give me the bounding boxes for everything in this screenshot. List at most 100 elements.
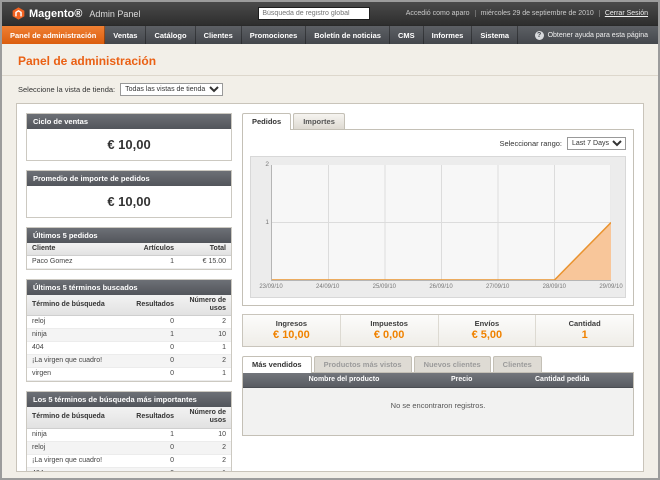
table-row: reloj02 [27, 441, 231, 454]
stat-value: € 10,00 [245, 329, 338, 341]
table-cell: ¡La virgen que cuadro! [27, 355, 131, 368]
dashboard-left-column: Ciclo de ventas € 10,00 Promedio de impo… [26, 113, 232, 462]
nav-item-cms[interactable]: CMS [390, 26, 424, 44]
nav-item-boletin-de-noticias[interactable]: Boletín de noticias [306, 26, 390, 44]
brand-name: Magento® [29, 8, 82, 20]
magento-logo-icon [12, 7, 25, 20]
column-header: Número de usos [179, 407, 231, 428]
table-cell: 2 [179, 355, 231, 368]
box-title: Promedio de importe de pedidos [27, 171, 231, 186]
stat-label: Impuestos [343, 319, 436, 328]
sales-cycle-box: Ciclo de ventas € 10,00 [26, 113, 232, 161]
table-cell: 1 [131, 329, 179, 342]
table-cell: ¡La virgen que cuadro! [27, 454, 131, 467]
tab-nuevos-clientes[interactable]: Nuevos clientes [414, 356, 491, 372]
column-header: Resultados [131, 295, 179, 316]
nav-item-sistema[interactable]: Sistema [472, 26, 518, 44]
x-axis-label: 28/09/10 [543, 284, 566, 290]
column-header: Término de búsqueda [27, 407, 131, 428]
main-nav: Panel de administraciónVentasCatálogoCli… [2, 25, 658, 44]
table-cell: 2 [179, 441, 231, 454]
column-header: Precio [445, 373, 529, 388]
table-cell: 0 [131, 467, 179, 472]
range-row: Seleccionar rango: Last 7 Days [250, 137, 626, 150]
products-table: Nombre del productoPrecioCantidad pedida… [243, 373, 633, 435]
nav-item-panel-de-administracion[interactable]: Panel de administración [2, 26, 105, 44]
store-view-label: Seleccione la vista de tienda: [18, 85, 115, 94]
table-row: ninja110 [27, 329, 231, 342]
last-orders-box: Últimos 5 pedidos ClienteArtículosTotal … [26, 227, 232, 270]
box-title: Últimos 5 pedidos [27, 228, 231, 243]
header-user-area: Accedió como aparo miércoles 29 de septi… [406, 10, 648, 17]
x-axis-label: 29/09/10 [599, 284, 622, 290]
table-cell: 2 [179, 316, 231, 329]
logged-in-text: Accedió como aparo [406, 10, 470, 17]
tab-pedidos[interactable]: Pedidos [242, 113, 291, 130]
average-order-value: € 10,00 [27, 186, 231, 217]
table-row: 40401 [27, 467, 231, 472]
magento-admin-window: Magento® Admin Panel Accedió como aparo … [0, 0, 660, 480]
empty-message: No se encontraron registros. [243, 388, 633, 435]
x-axis-label: 25/09/10 [373, 284, 396, 290]
average-order-box: Promedio de importe de pedidos € 10,00 [26, 170, 232, 218]
tab-clientes[interactable]: Clientes [493, 356, 542, 372]
table-cell: 404 [27, 342, 131, 355]
orders-chart-panel: Seleccionar rango: Last 7 Days 12 23/09/… [242, 130, 634, 306]
totals-bar: Ingresos€ 10,00Impuestos€ 0,00Envíos€ 5,… [242, 314, 634, 347]
global-search-input[interactable] [258, 7, 370, 20]
table-cell: ninja [27, 428, 131, 441]
tab-mas-vendidos[interactable]: Más vendidos [242, 356, 312, 373]
stat-label: Envíos [441, 319, 534, 328]
store-view-row: Seleccione la vista de tienda: Todas las… [2, 83, 658, 96]
box-title: Ciclo de ventas [27, 114, 231, 129]
nav-item-clientes[interactable]: Clientes [196, 26, 242, 44]
range-select[interactable]: Last 7 Days [567, 137, 626, 150]
table-row: ¡La virgen que cuadro!02 [27, 454, 231, 467]
column-header: Término de búsqueda [27, 295, 131, 316]
table-row: ninja110 [27, 428, 231, 441]
box-title: Los 5 términos de búsqueda más important… [27, 392, 231, 407]
help-label: Obtener ayuda para esta página [548, 32, 648, 39]
chart-xlabels: 23/09/1024/09/1025/09/1026/09/1027/09/10… [271, 283, 611, 294]
table-cell: 1 [135, 256, 179, 269]
help-link[interactable]: ? Obtener ayuda para esta página [525, 26, 658, 44]
tab-productos-mas-vistos[interactable]: Productos más vistos [314, 356, 412, 372]
brand-suffix: Admin Panel [89, 9, 140, 19]
table-cell: 1 [179, 342, 231, 355]
store-view-select[interactable]: Todas las vistas de tienda [120, 83, 223, 96]
last-orders-table: ClienteArtículosTotal Paco Gomez1€ 15.00 [27, 243, 231, 269]
chart-tabs: PedidosImportes [242, 113, 634, 130]
nav-item-informes[interactable]: Informes [424, 26, 473, 44]
table-row: Paco Gomez1€ 15.00 [27, 256, 231, 269]
header-bar: Magento® Admin Panel Accedió como aparo … [2, 2, 658, 25]
help-icon: ? [535, 31, 544, 40]
column-header: Nombre del producto [243, 373, 445, 388]
table-cell: 0 [131, 368, 179, 381]
stat-label: Ingresos [245, 319, 338, 328]
stat-cantidad: Cantidad1 [535, 315, 633, 346]
y-axis-label: 1 [259, 219, 269, 226]
table-cell: 0 [131, 342, 179, 355]
last-search-terms-box: Últimos 5 términos buscados Término de b… [26, 279, 232, 382]
x-axis-label: 23/09/10 [259, 284, 282, 290]
products-tabs: Más vendidosProductos más vistosNuevos c… [242, 356, 634, 373]
table-header-row: ClienteArtículosTotal [27, 243, 231, 256]
box-title: Últimos 5 términos buscados [27, 280, 231, 295]
table-cell: 2 [179, 454, 231, 467]
table-cell: Paco Gomez [27, 256, 135, 269]
table-cell: 1 [179, 368, 231, 381]
nav-item-catalogo[interactable]: Catálogo [146, 26, 195, 44]
nav-item-ventas[interactable]: Ventas [105, 26, 146, 44]
top-search-terms-table: Término de búsquedaResultadosNúmero de u… [27, 407, 231, 472]
table-cell: virgen [27, 368, 131, 381]
column-header: Cliente [27, 243, 135, 256]
nav-item-promociones[interactable]: Promociones [242, 26, 307, 44]
tab-importes[interactable]: Importes [293, 113, 345, 129]
logout-link[interactable]: Cerrar Sesión [599, 10, 648, 17]
column-header: Total [179, 243, 231, 256]
sales-cycle-value: € 10,00 [27, 129, 231, 160]
table-cell: 404 [27, 467, 131, 472]
table-cell: 0 [131, 316, 179, 329]
table-row: virgen01 [27, 368, 231, 381]
top-search-terms-box: Los 5 términos de búsqueda más important… [26, 391, 232, 472]
